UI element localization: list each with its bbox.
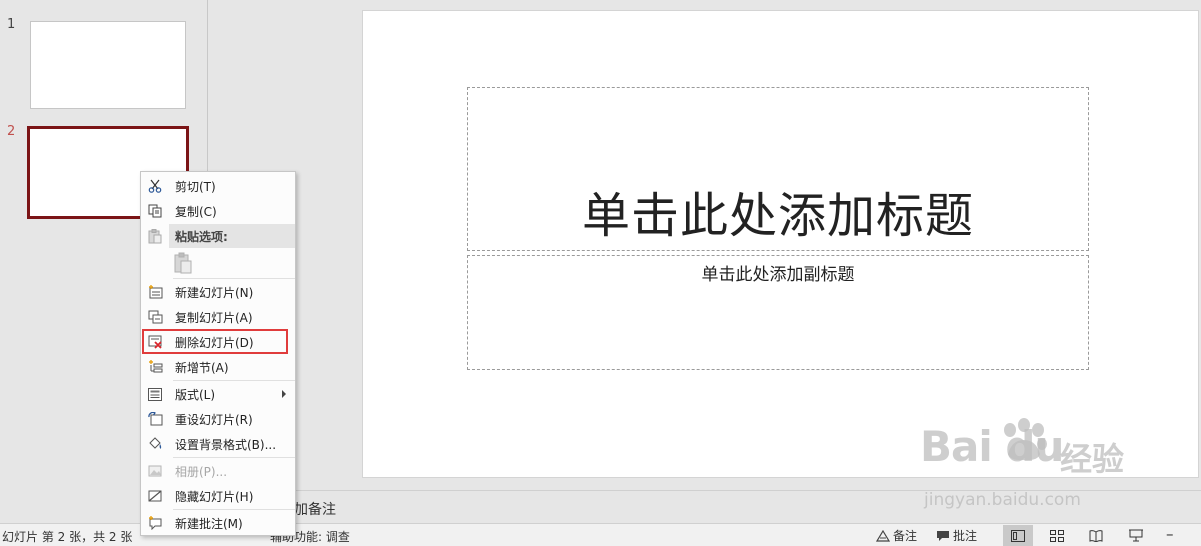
- menu-item-duplicate-slide[interactable]: 复制幻灯片(A): [142, 305, 294, 329]
- menu-item-photo-album-label: 相册(P)...: [175, 464, 228, 479]
- comment-icon: [937, 530, 949, 541]
- menu-item-add-section[interactable]: 新增节(A): [142, 355, 294, 379]
- slide-count-status[interactable]: 幻灯片 第 2 张，共 2 张: [2, 528, 132, 545]
- duplicate-slide-icon: [142, 305, 168, 329]
- layout-icon: [142, 382, 168, 406]
- copy-icon: [142, 199, 168, 223]
- reset-slide-icon: [142, 407, 168, 431]
- hide-slide-icon: [142, 484, 168, 508]
- menu-item-format-background[interactable]: 设置背景格式(B)...: [142, 432, 294, 456]
- context-menu: 剪切(T) 复制(C) 粘贴选项: 新建幻灯片(N) 复制幻灯片(A) 删除幻灯…: [140, 171, 296, 536]
- add-section-icon: [142, 355, 168, 379]
- zoom-out-button[interactable]: –: [1166, 525, 1174, 543]
- notes-icon: [876, 529, 890, 542]
- menu-item-cut[interactable]: 剪切(T): [142, 174, 294, 198]
- menu-item-layout[interactable]: 版式(L): [142, 382, 294, 406]
- menu-separator: [173, 380, 295, 381]
- menu-item-hide-slide[interactable]: 隐藏幻灯片(H): [142, 484, 294, 508]
- menu-item-photo-album[interactable]: 相册(P)...: [142, 459, 294, 483]
- menu-item-format-background-label: 设置背景格式(B)...: [175, 437, 277, 452]
- title-placeholder-text: 单击此处添加标题: [581, 188, 974, 244]
- notes-toggle-label: 备注: [893, 529, 918, 543]
- submenu-arrow-icon: [282, 390, 286, 398]
- menu-item-new-comment-label: 新建批注(M): [175, 516, 243, 531]
- slide-editing-area: 单击此处添加标题 单击此处添加副标题: [209, 0, 1201, 490]
- comments-toggle-label: 批注: [953, 529, 978, 543]
- slide-sorter-view-button[interactable]: [1042, 525, 1072, 546]
- normal-view-icon: [1011, 529, 1025, 542]
- menu-item-cut-label: 剪切(T): [175, 179, 216, 194]
- slide-canvas: 单击此处添加标题 单击此处添加副标题: [362, 10, 1199, 478]
- menu-item-copy-label: 复制(C): [175, 204, 217, 219]
- menu-item-new-slide-label: 新建幻灯片(N): [175, 285, 254, 300]
- paste-clipboard-icon: [174, 252, 192, 274]
- slideshow-view-button[interactable]: [1121, 525, 1151, 546]
- thumbnail-number-2: 2: [7, 124, 16, 139]
- slide-thumbnail-1[interactable]: [30, 21, 186, 109]
- notes-toggle-button[interactable]: 备注: [876, 526, 917, 545]
- paste-options-label: 粘贴选项:: [175, 229, 228, 244]
- subtitle-placeholder-text: 单击此处添加副标题: [701, 265, 855, 285]
- paste-option-button[interactable]: [171, 250, 195, 276]
- new-slide-icon: [142, 280, 168, 304]
- paste-icon: [142, 224, 168, 248]
- menu-item-copy[interactable]: 复制(C): [142, 199, 294, 223]
- notes-pane[interactable]: 加备注: [209, 490, 1201, 523]
- slideshow-icon: [1129, 529, 1143, 542]
- scissors-icon: [142, 174, 168, 198]
- menu-separator: [173, 457, 295, 458]
- menu-item-add-section-label: 新增节(A): [175, 360, 229, 375]
- menu-item-reset-slide[interactable]: 重设幻灯片(R): [142, 407, 294, 431]
- menu-item-layout-label: 版式(L): [175, 387, 216, 402]
- menu-item-new-slide[interactable]: 新建幻灯片(N): [142, 280, 294, 304]
- delete-slide-highlight: [142, 329, 288, 354]
- title-placeholder[interactable]: 单击此处添加标题: [467, 87, 1089, 251]
- thumbnail-number-1: 1: [7, 17, 16, 32]
- format-background-icon: [142, 432, 168, 456]
- menu-item-hide-slide-label: 隐藏幻灯片(H): [175, 489, 254, 504]
- reading-view-button[interactable]: [1081, 525, 1111, 546]
- normal-view-button[interactable]: [1003, 525, 1033, 546]
- paste-options-header: 粘贴选项:: [169, 224, 295, 248]
- subtitle-placeholder[interactable]: 单击此处添加副标题: [467, 255, 1089, 370]
- menu-item-new-comment[interactable]: 新建批注(M): [142, 511, 294, 535]
- new-comment-icon: [142, 511, 168, 535]
- reading-view-icon: [1089, 529, 1103, 542]
- notes-placeholder: 加备注: [294, 502, 336, 518]
- menu-separator: [173, 278, 295, 279]
- photo-album-icon: [142, 459, 168, 483]
- menu-separator: [173, 509, 295, 510]
- menu-item-duplicate-slide-label: 复制幻灯片(A): [175, 310, 253, 325]
- comments-toggle-button[interactable]: 批注: [936, 526, 977, 545]
- slide-sorter-icon: [1050, 529, 1064, 542]
- menu-item-reset-slide-label: 重设幻灯片(R): [175, 412, 253, 427]
